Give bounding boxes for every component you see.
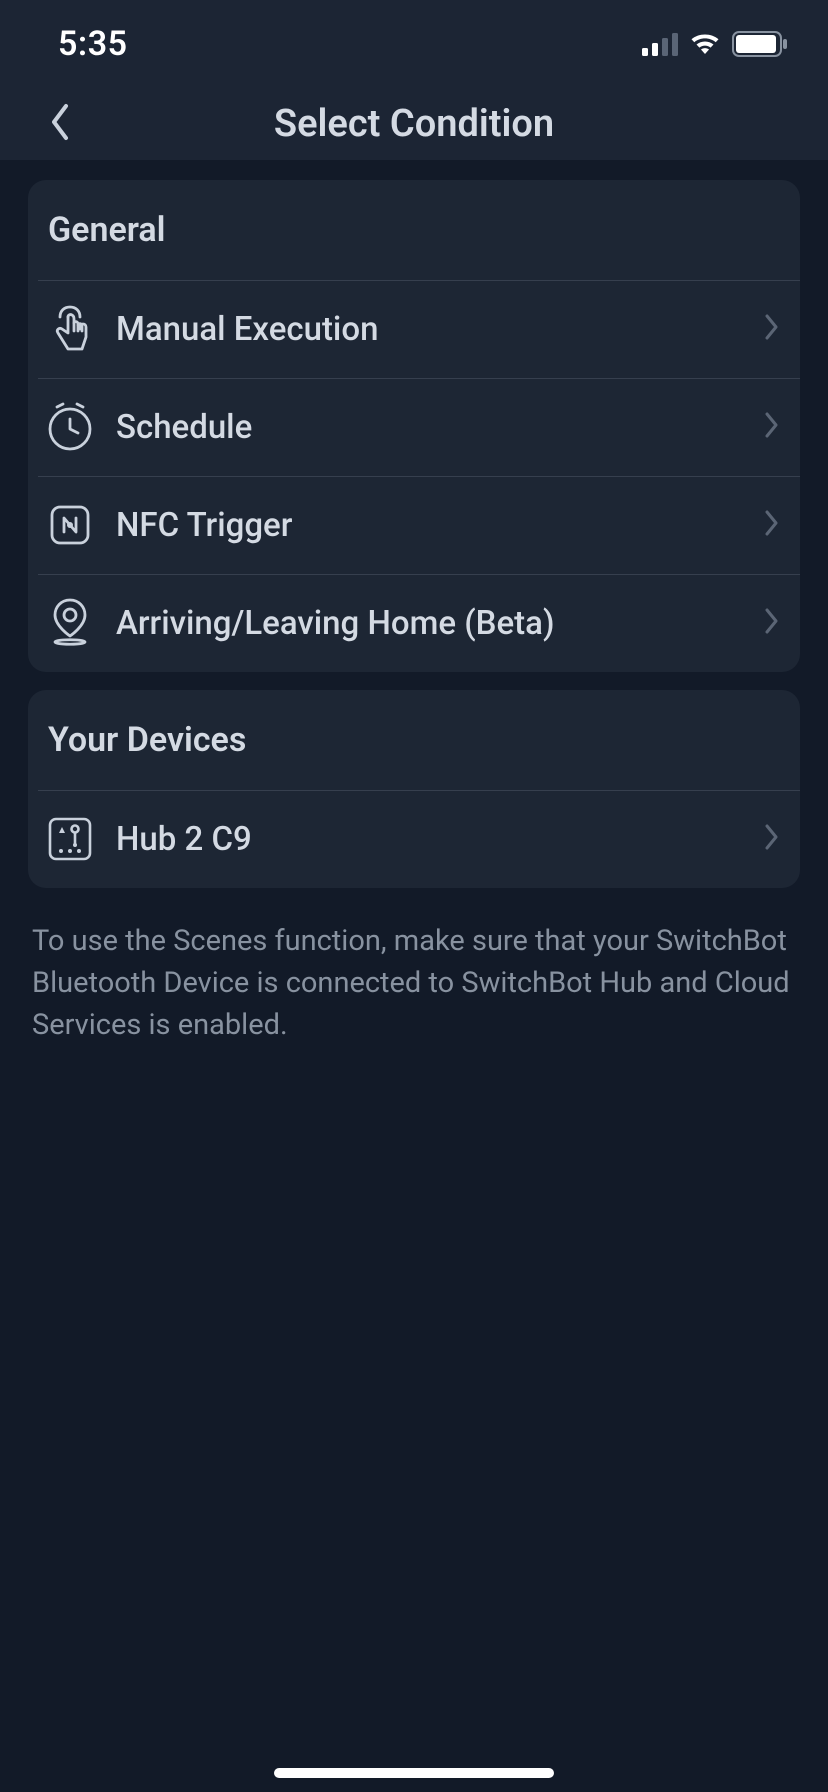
divider <box>38 574 800 575</box>
content: General Manual Execution <box>0 160 828 1046</box>
divider <box>38 280 800 281</box>
clock-icon <box>38 401 102 453</box>
divider <box>38 378 800 379</box>
status-indicators <box>642 31 788 57</box>
row-arriving-leaving-home[interactable]: Arriving/Leaving Home (Beta) <box>28 574 800 672</box>
footer-note: To use the Scenes function, make sure th… <box>28 906 800 1046</box>
row-label: Hub 2 C9 <box>102 820 764 859</box>
row-device-hub2[interactable]: Hub 2 C9 <box>28 790 800 888</box>
row-schedule[interactable]: Schedule <box>28 378 800 476</box>
row-label: Arriving/Leaving Home (Beta) <box>102 604 764 643</box>
row-label: NFC Trigger <box>102 506 764 545</box>
back-button[interactable] <box>30 94 90 154</box>
page-title: Select Condition <box>0 102 828 146</box>
chevron-right-icon <box>764 509 780 541</box>
nfc-icon <box>38 502 102 548</box>
divider <box>38 476 800 477</box>
section-general: General Manual Execution <box>28 180 800 672</box>
wifi-icon <box>688 32 722 56</box>
status-time: 5:35 <box>58 24 128 64</box>
chevron-left-icon <box>48 102 72 146</box>
row-label: Manual Execution <box>102 310 764 349</box>
section-devices-title: Your Devices <box>28 690 800 790</box>
section-devices: Your Devices Hub 2 C9 <box>28 690 800 888</box>
location-pin-icon <box>38 596 102 650</box>
chevron-right-icon <box>764 313 780 345</box>
cellular-icon <box>642 32 678 56</box>
tap-icon <box>38 303 102 355</box>
chevron-right-icon <box>764 607 780 639</box>
status-bar: 5:35 <box>0 0 828 88</box>
home-indicator <box>274 1768 554 1778</box>
chevron-right-icon <box>764 411 780 443</box>
nav-bar: Select Condition <box>0 88 828 160</box>
battery-icon <box>732 31 788 57</box>
chevron-right-icon <box>764 823 780 855</box>
row-label: Schedule <box>102 408 764 447</box>
row-nfc-trigger[interactable]: NFC Trigger <box>28 476 800 574</box>
row-manual-execution[interactable]: Manual Execution <box>28 280 800 378</box>
hub-device-icon <box>38 813 102 865</box>
divider <box>38 790 800 791</box>
section-general-title: General <box>28 180 800 280</box>
